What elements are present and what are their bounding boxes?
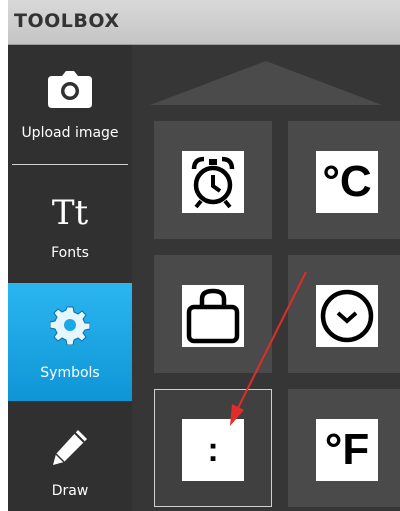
symbol-preview: °F xyxy=(316,419,378,481)
symbol-preview: : xyxy=(182,419,244,481)
symbol-tile[interactable] xyxy=(154,121,272,239)
sidebar-item-draw[interactable]: Draw xyxy=(8,401,132,511)
pencil-icon xyxy=(53,430,87,465)
gear-icon xyxy=(50,306,90,345)
toolbox-header: TOOLBOX xyxy=(8,0,400,45)
symbol-preview xyxy=(316,285,378,347)
sidebar-item-upload-image[interactable]: Upload image xyxy=(8,45,132,165)
sidebar-item-symbols[interactable]: Symbols xyxy=(8,283,132,401)
symbol-preview: °C xyxy=(316,151,378,213)
symbol-tile[interactable]: °F xyxy=(288,389,400,507)
camera-icon xyxy=(48,71,92,108)
symbols-grid: °C : °F xyxy=(132,45,400,511)
symbol-tile[interactable]: °C xyxy=(288,121,400,239)
up-arrow-icon[interactable] xyxy=(132,45,400,107)
symbol-preview xyxy=(182,151,244,213)
symbol-preview xyxy=(182,285,244,347)
symbol-tile[interactable] xyxy=(154,255,272,373)
bag-icon xyxy=(186,288,240,344)
sidebar-item-label: Fonts xyxy=(51,245,89,261)
clock-icon xyxy=(320,289,374,343)
sidebar-item-label: Draw xyxy=(51,483,89,499)
sidebar: Upload image Tt Fonts Symbols Draw xyxy=(8,45,132,511)
sidebar-item-label: Symbols xyxy=(40,365,100,381)
colon-icon: : xyxy=(207,431,219,469)
toolbox-title: TOOLBOX xyxy=(14,10,120,32)
sidebar-item-fonts[interactable]: Tt Fonts xyxy=(8,165,132,283)
tt-font-icon: Tt xyxy=(51,193,89,233)
symbol-tile[interactable] xyxy=(288,255,400,373)
fahrenheit-icon: °F xyxy=(324,425,370,474)
alarm-clock-icon xyxy=(191,156,235,209)
symbol-tile-selected[interactable]: : xyxy=(154,389,272,507)
toolbox-panel: TOOLBOX Upload image Tt Fonts Symbols Dr… xyxy=(8,0,400,511)
sidebar-item-label: Upload image xyxy=(21,125,119,141)
celsius-icon: °C xyxy=(322,157,372,206)
